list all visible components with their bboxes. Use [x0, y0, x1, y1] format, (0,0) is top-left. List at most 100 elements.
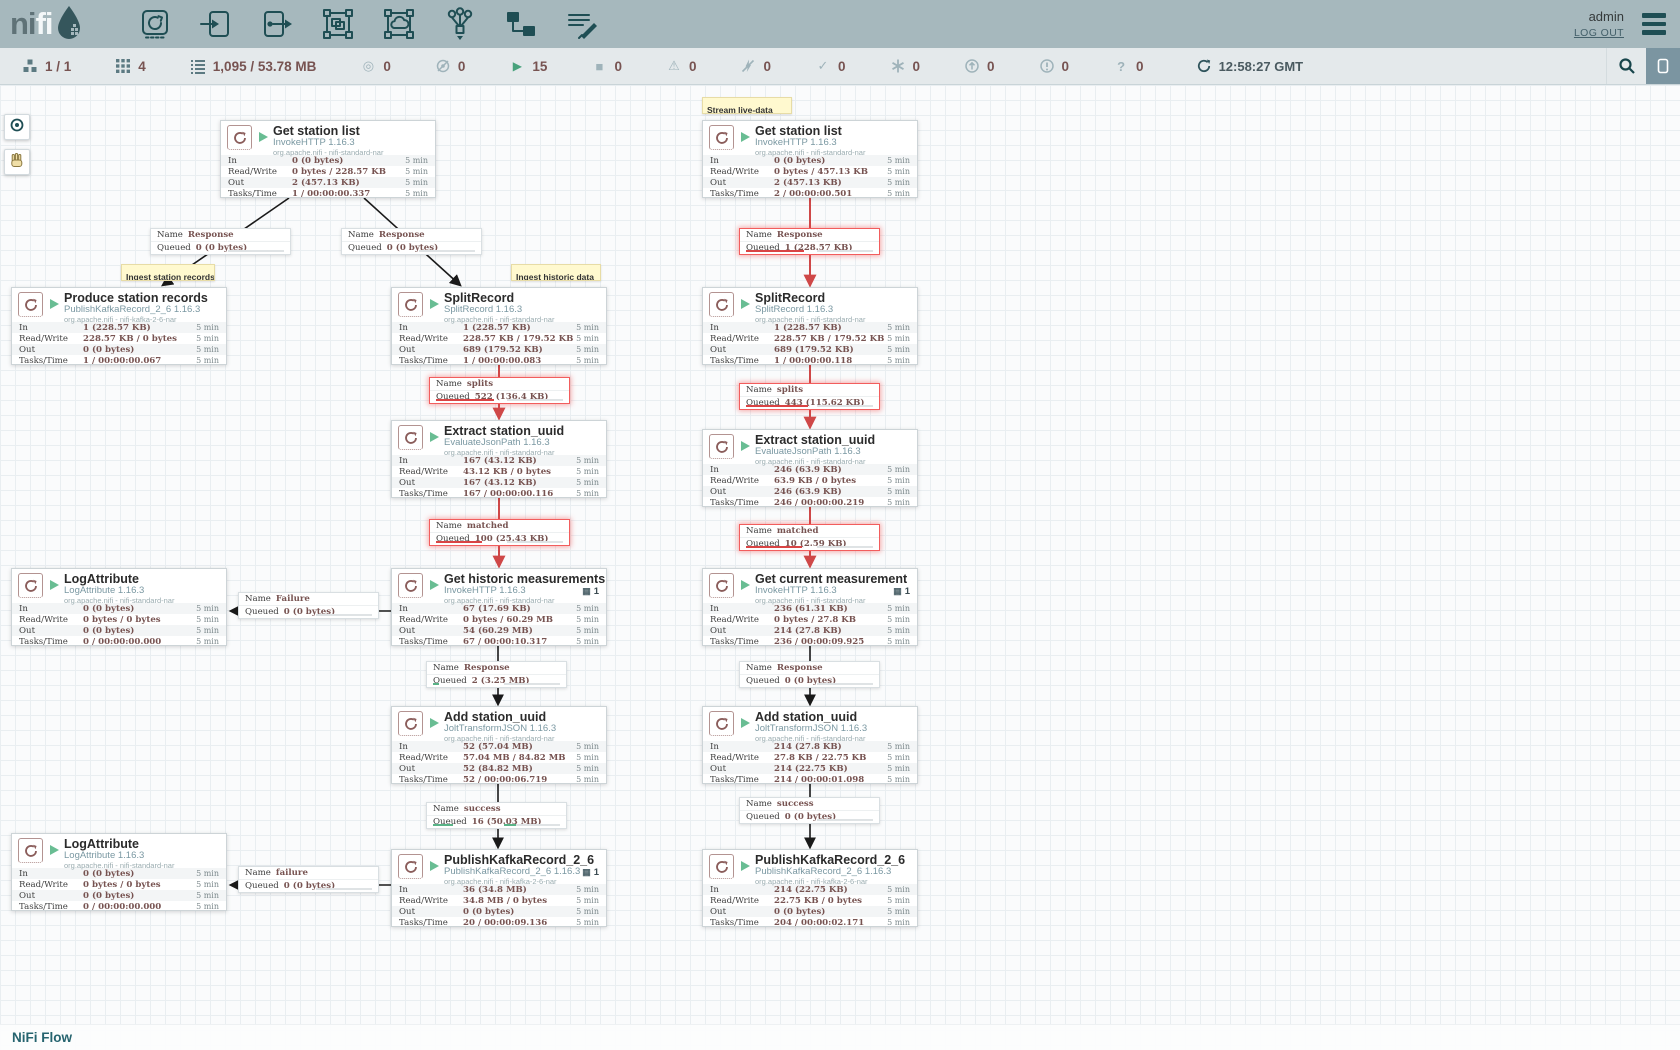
stat-value-tasks: 1 / 00:00:00.337 — [292, 189, 405, 199]
processor-node[interactable]: PublishKafkaRecord_2_6 PublishKafkaRecor… — [702, 849, 918, 927]
settings-panel-button[interactable] — [1646, 48, 1680, 84]
connection-queue-label[interactable]: Namesuccess Queued0 (0 bytes) — [739, 797, 880, 824]
flow-label[interactable]: Ingest historic data — [511, 264, 601, 281]
stat-window: 5 min — [576, 626, 599, 635]
breadcrumb-root[interactable]: NiFi Flow — [12, 1030, 72, 1045]
processor-node[interactable]: Get station list InvokeHTTP 1.16.3 org.a… — [702, 120, 918, 198]
processor-node[interactable]: LogAttribute LogAttribute 1.16.3 org.apa… — [11, 568, 227, 646]
active-threads-value: 1 — [594, 586, 599, 597]
operate-palette-button[interactable] — [4, 149, 30, 175]
processor-node[interactable]: Add station_uuid JoltTransformJSON 1.16.… — [702, 706, 918, 784]
processor-node[interactable]: SplitRecord SplitRecord 1.16.3 org.apach… — [391, 287, 607, 365]
connection-queue-label[interactable]: NameResponse Queued2 (3.25 MB) — [426, 661, 567, 688]
refresh-icon[interactable] — [1196, 58, 1212, 74]
stat-label-readwrite: Read/Write — [710, 896, 774, 906]
status-bar: 1 / 1 4 1,095 / 53.78 MB ◎0 0 ▶15 ■0 ⚠0 … — [0, 48, 1680, 85]
connection-queue-label[interactable]: Namematched Queued100 (25.43 KB) — [429, 519, 570, 546]
processor-bundle: org.apache.nifi - nifi-standard-nar — [755, 735, 917, 744]
queue-size-gauge — [419, 250, 475, 252]
navigate-palette-button[interactable] — [4, 114, 30, 140]
run-status-icon — [741, 580, 750, 590]
connection-queue-label[interactable]: Namesuccess Queued16 (50.03 MB) — [426, 802, 567, 829]
template-component-icon[interactable] — [504, 7, 538, 41]
remote-process-group-component-icon[interactable] — [382, 7, 416, 41]
queue-name-label: Name — [436, 379, 462, 389]
connection-queue-label[interactable]: Namematched Queued10 (2.59 KB) — [739, 524, 880, 551]
processor-type-icon — [709, 711, 734, 736]
processor-name: LogAttribute — [64, 572, 226, 586]
connection-queue-label[interactable]: Namefailure Queued0 (0 bytes) — [238, 866, 379, 893]
last-refresh-time: 12:58:27 GMT — [1219, 59, 1304, 74]
processor-node[interactable]: Get station list InvokeHTTP 1.16.3 org.a… — [220, 120, 436, 198]
cluster-icon — [22, 58, 38, 74]
invalid-count: 0 — [689, 59, 697, 74]
stat-label-out: Out — [710, 907, 774, 917]
flow-label[interactable]: Ingest station records — [121, 264, 215, 281]
stat-value-readwrite: 34.8 MB / 0 bytes — [463, 896, 576, 906]
processor-node[interactable]: PublishKafkaRecord_2_6 PublishKafkaRecor… — [391, 849, 607, 927]
connection-queue-label[interactable]: Namesplits Queued522 (136.4 KB) — [429, 377, 570, 404]
queue-size-gauge — [817, 546, 873, 548]
run-status-icon — [741, 861, 750, 871]
queue-gauges — [433, 824, 560, 826]
stat-window: 5 min — [887, 498, 910, 507]
queue-size-gauge — [817, 683, 873, 685]
processor-node[interactable]: Get current measurement InvokeHTTP 1.16.… — [702, 568, 918, 646]
connection-queue-label[interactable]: NameFailure Queued0 (0 bytes) — [238, 592, 379, 619]
stat-value-readwrite: 27.8 KB / 22.75 KB — [774, 753, 887, 763]
run-status-icon — [50, 580, 59, 590]
processor-node[interactable]: SplitRecord SplitRecord 1.16.3 org.apach… — [702, 287, 918, 365]
processor-node[interactable]: Extract station_uuid EvaluateJsonPath 1.… — [391, 420, 607, 498]
processor-node[interactable]: Extract station_uuid EvaluateJsonPath 1.… — [702, 429, 918, 507]
search-button[interactable] — [1606, 48, 1646, 84]
processor-name: SplitRecord — [755, 291, 917, 305]
processor-bundle: org.apache.nifi - nifi-standard-nar — [755, 316, 917, 325]
processor-component-icon[interactable] — [138, 7, 172, 41]
processor-node[interactable]: Add station_uuid JoltTransformJSON 1.16.… — [391, 706, 607, 784]
output-port-component-icon[interactable] — [260, 7, 294, 41]
processor-node[interactable]: Get historic measurements InvokeHTTP 1.1… — [391, 568, 607, 646]
connection-queue-label[interactable]: NameResponse Queued1 (228.57 KB) — [739, 228, 880, 255]
input-port-component-icon[interactable] — [199, 7, 233, 41]
label-component-icon[interactable] — [565, 7, 599, 41]
stale-count: 0 — [987, 59, 995, 74]
stat-window: 5 min — [405, 189, 428, 198]
relationship-name: Response — [777, 230, 823, 240]
run-status-icon — [741, 132, 750, 142]
stat-value-out: 0 (0 bytes) — [463, 907, 576, 917]
queued-icon — [190, 58, 206, 74]
invalid-icon: ⚠ — [666, 58, 682, 74]
stale-icon — [964, 58, 980, 74]
connection-queue-label[interactable]: Namesplits Queued443 (115.62 KB) — [739, 383, 880, 410]
stat-value-out: 214 (27.8 KB) — [774, 626, 887, 636]
stat-label-readwrite: Read/Write — [399, 753, 463, 763]
global-menu-button[interactable] — [1642, 13, 1666, 35]
funnel-component-icon[interactable] — [443, 7, 477, 41]
queue-name-label: Name — [746, 230, 772, 240]
processor-node[interactable]: Produce station records PublishKafkaReco… — [11, 287, 227, 365]
connection-queue-label[interactable]: NameResponse Queued0 (0 bytes) — [739, 661, 880, 688]
stat-value-tasks: 67 / 00:00:10.317 — [463, 637, 576, 647]
queue-count-gauge — [436, 541, 482, 543]
stat-value-tasks: 204 / 00:00:02.171 — [774, 918, 887, 928]
flow-label[interactable]: Stream live-data — [702, 97, 792, 114]
process-group-component-icon[interactable] — [321, 7, 355, 41]
queue-gauges — [436, 541, 563, 543]
queue-size-gauge — [817, 250, 873, 252]
stat-value-out: 2 (457.13 KB) — [774, 178, 887, 188]
run-status-icon — [741, 299, 750, 309]
connection-queue-label[interactable]: NameResponse Queued0 (0 bytes) — [341, 228, 482, 255]
queue-size-gauge — [507, 541, 563, 543]
flow-canvas[interactable]: Ingest station records Ingest historic d… — [0, 85, 1680, 1050]
stat-label-tasks: Tasks/Time — [710, 775, 774, 785]
stat-window: 5 min — [196, 345, 219, 354]
stat-label-readwrite: Read/Write — [710, 615, 774, 625]
logout-link[interactable]: LOG OUT — [1574, 27, 1624, 39]
processor-node[interactable]: LogAttribute LogAttribute 1.16.3 org.apa… — [11, 833, 227, 911]
connection-queue-label[interactable]: NameResponse Queued0 (0 bytes) — [150, 228, 291, 255]
stat-window: 5 min — [576, 615, 599, 624]
queue-gauges — [433, 683, 560, 685]
processor-header: PublishKafkaRecord_2_6 PublishKafkaRecor… — [703, 850, 917, 884]
stat-value-out: 54 (60.29 MB) — [463, 626, 576, 636]
stat-window: 5 min — [887, 615, 910, 624]
